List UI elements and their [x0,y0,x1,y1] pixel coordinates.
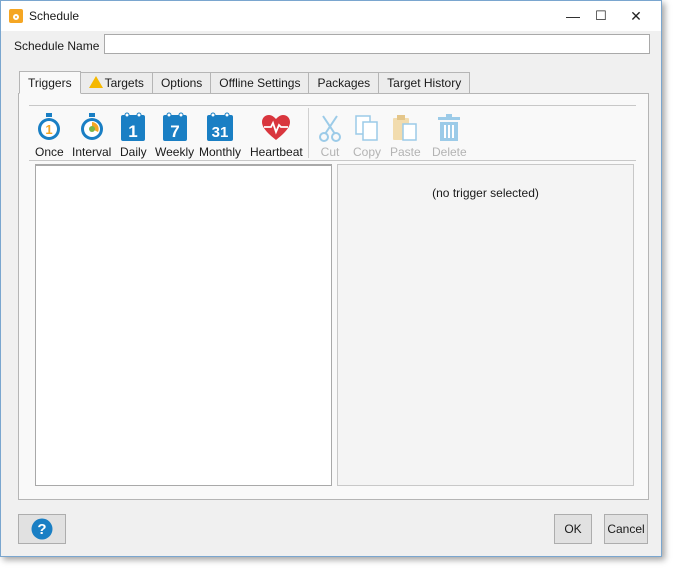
interval-label: Interval [72,145,112,159]
daily-label: Daily [120,145,147,159]
once-button[interactable]: 1 Once [35,112,64,159]
heartbeat-button[interactable]: Heartbeat [250,112,303,159]
paste-icon [391,112,419,142]
toolbar-bottom-divider [29,160,636,161]
paste-label: Paste [390,145,421,159]
maximize-button[interactable]: ☐ [586,1,616,31]
ok-button[interactable]: OK [554,514,592,544]
tab-targets-label: Targets [104,76,144,90]
svg-text:1: 1 [46,122,53,137]
triggers-panel: 1 Once Interval 1 Daily 7 Weekly 31 Mont… [18,93,649,500]
monthly-button[interactable]: 31 Monthly [199,112,241,159]
tab-offline-settings-label: Offline Settings [219,76,301,90]
tab-packages[interactable]: Packages [308,72,380,93]
no-trigger-selected-text: (no trigger selected) [432,186,539,200]
interval-button[interactable]: Interval [72,112,111,159]
tab-target-history-label: Target History [387,76,462,90]
trigger-list[interactable] [35,164,332,486]
heartbeat-icon [261,112,291,142]
tab-offline-settings[interactable]: Offline Settings [210,72,310,93]
weekly-button[interactable]: 7 Weekly [155,112,194,159]
daily-button[interactable]: 1 Daily [120,112,147,159]
scissors-icon [318,112,342,142]
copy-icon [354,112,380,142]
tab-triggers-label: Triggers [28,75,72,90]
toolbar-separator [308,108,309,158]
tab-targets[interactable]: Targets [79,72,153,93]
app-logo-icon [9,9,23,23]
once-label: Once [35,145,64,159]
interval-timer-icon [79,112,105,142]
help-button[interactable]: ? [18,514,66,544]
heartbeat-label: Heartbeat [250,145,303,159]
copy-button[interactable]: Copy [353,112,381,159]
tab-target-history[interactable]: Target History [378,72,471,93]
monthly-label: Monthly [199,145,242,159]
toolbar-divider [29,105,636,106]
trash-icon [437,112,461,142]
calendar-week-icon: 7 [162,112,188,142]
delete-button[interactable]: Delete [432,112,467,159]
weekly-calendar-number: 7 [170,122,179,141]
copy-label: Copy [353,145,382,159]
cancel-button[interactable]: Cancel [604,514,648,544]
calendar-day-icon: 1 [120,112,146,142]
svg-text:?: ? [37,521,46,538]
tab-options[interactable]: Options [151,72,212,93]
daily-calendar-number: 1 [129,122,138,141]
paste-button[interactable]: Paste [390,112,421,159]
tab-triggers[interactable]: Triggers [19,71,81,94]
tab-packages-label: Packages [317,76,371,90]
title-bar: Schedule — ☐ ✕ [1,1,661,31]
help-icon: ? [31,518,53,540]
delete-label: Delete [432,145,467,159]
monthly-calendar-number: 31 [212,124,229,141]
schedule-name-input[interactable] [104,34,650,54]
close-button[interactable]: ✕ [621,1,651,31]
calendar-month-icon: 31 [206,112,234,142]
tab-bar: Triggers Targets Options Offline Setting… [19,71,471,94]
minimize-button[interactable]: — [558,1,588,31]
warning-icon [88,76,103,88]
trigger-detail-pane: (no trigger selected) [337,164,634,486]
schedule-name-label: Schedule Name [14,39,100,53]
tab-options-label: Options [160,76,203,90]
cut-label: Cut [320,145,340,159]
window-title: Schedule [29,9,80,23]
schedule-window: Schedule — ☐ ✕ Schedule Name Triggers Ta… [0,0,662,557]
cut-button[interactable]: Cut [318,112,342,159]
weekly-label: Weekly [155,145,195,159]
stopwatch-icon: 1 [36,112,62,142]
